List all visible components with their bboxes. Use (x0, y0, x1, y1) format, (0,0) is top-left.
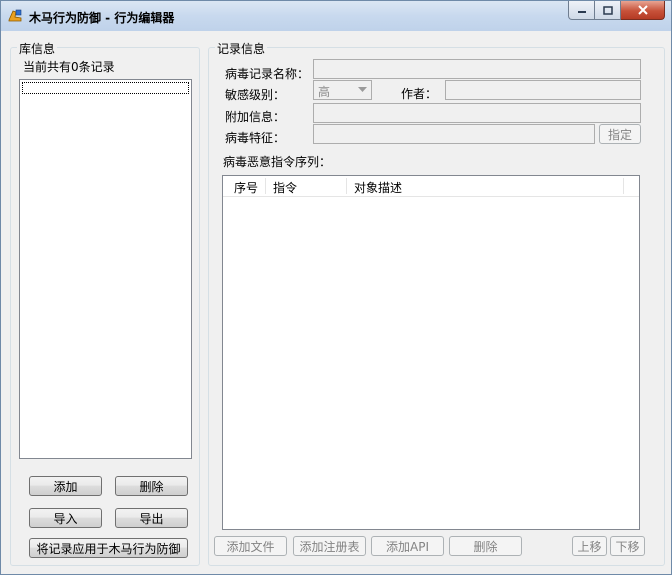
table-header: 序号 指令 对象描述 (223, 176, 639, 197)
maximize-icon (602, 5, 613, 15)
column-header-index[interactable]: 序号 (234, 179, 258, 196)
minimize-button[interactable] (568, 1, 595, 20)
add-registry-button[interactable]: 添加注册表 (293, 536, 366, 556)
shield-shoe-icon (8, 9, 22, 22)
record-group-title: 记录信息 (215, 40, 268, 57)
virus-name-label: 病毒记录名称： (225, 67, 310, 81)
close-icon (637, 5, 648, 15)
column-header-instruction[interactable]: 指令 (273, 179, 297, 196)
column-header-object-description[interactable]: 对象描述 (354, 179, 402, 196)
author-field[interactable] (445, 80, 641, 100)
maximize-button[interactable] (595, 1, 621, 20)
instruction-table[interactable]: 序号 指令 对象描述 (222, 175, 640, 530)
add-file-button[interactable]: 添加文件 (214, 536, 287, 556)
move-up-button[interactable]: 上移 (572, 536, 607, 556)
app-window: 木马行为防御 - 行为编辑器 库信息 当前共有0条记录 添加 删除 导入 导出 … (0, 0, 672, 575)
signature-field[interactable] (313, 124, 595, 144)
export-button[interactable]: 导出 (115, 508, 188, 528)
sensitivity-level-label: 敏感级别： (225, 88, 286, 102)
signature-label: 病毒特征： (225, 131, 286, 145)
extra-info-field[interactable] (313, 103, 641, 123)
import-button[interactable]: 导入 (29, 508, 102, 528)
chevron-down-icon (358, 87, 367, 92)
move-down-button[interactable]: 下移 (610, 536, 645, 556)
title-bar[interactable]: 木马行为防御 - 行为编辑器 (1, 1, 671, 31)
add-record-button[interactable]: 添加 (29, 476, 102, 496)
sensitivity-level-select[interactable]: 高 (313, 80, 372, 100)
delete-instruction-button[interactable]: 删除 (449, 536, 522, 556)
column-divider[interactable] (265, 178, 266, 194)
extra-info-label: 附加信息： (225, 110, 286, 124)
instruction-sequence-label: 病毒恶意指令序列： (223, 155, 332, 169)
window-title: 木马行为防御 - 行为编辑器 (29, 11, 175, 25)
delete-record-button[interactable]: 删除 (115, 476, 188, 496)
record-list[interactable] (19, 79, 192, 459)
close-button[interactable] (621, 1, 665, 20)
minimize-icon (577, 11, 586, 13)
window-controls (568, 1, 665, 20)
assign-signature-button[interactable]: 指定 (599, 124, 641, 144)
author-label: 作者： (401, 87, 438, 101)
library-group-title: 库信息 (17, 40, 58, 57)
column-divider[interactable] (623, 178, 624, 194)
column-divider[interactable] (346, 178, 347, 194)
virus-name-field[interactable] (313, 59, 641, 79)
record-count-text: 当前共有0条记录 (23, 60, 115, 74)
sensitivity-level-value: 高 (318, 85, 331, 99)
add-api-button[interactable]: 添加API (371, 536, 444, 556)
apply-records-button[interactable]: 将记录应用于木马行为防御 (29, 538, 188, 558)
list-focus-row[interactable] (22, 82, 189, 94)
